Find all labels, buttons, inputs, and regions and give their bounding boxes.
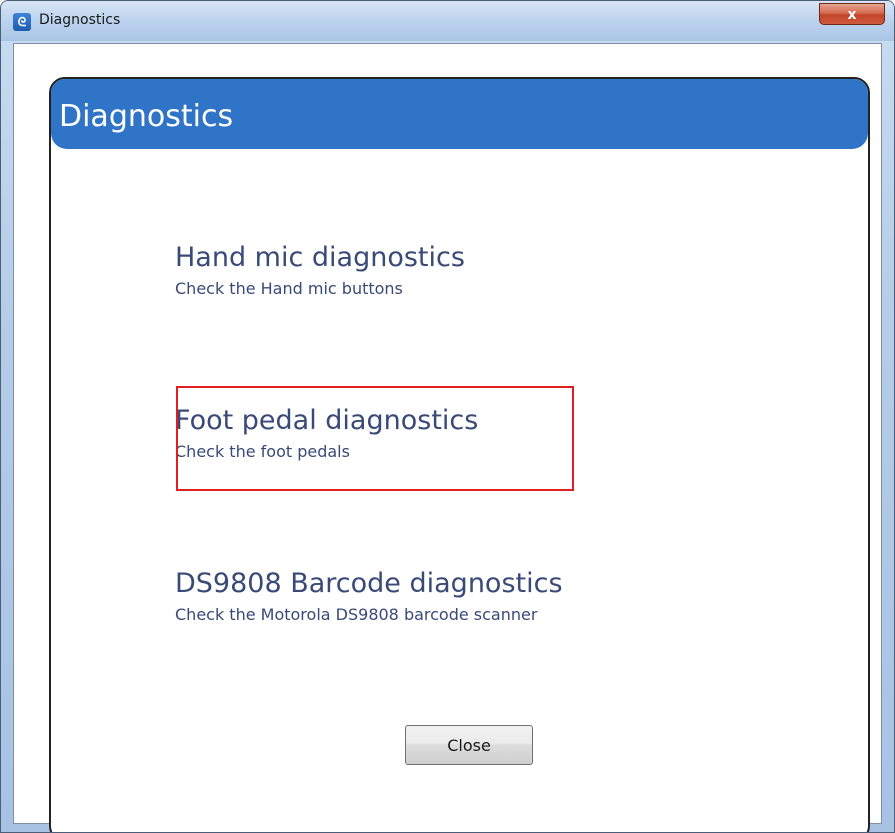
hand-mic-diagnostics-option[interactable]: Hand mic diagnostics Check the Hand mic … [175, 242, 695, 298]
panel-title: Diagnostics [59, 99, 234, 134]
window-title: Diagnostics [39, 12, 121, 28]
window-client-area: Diagnostics Hand mic diagnostics Check t… [13, 43, 882, 832]
window-close-button[interactable]: x [819, 3, 885, 25]
option-description: Check the Motorola DS9808 barcode scanne… [175, 605, 538, 624]
option-title[interactable]: DS9808 Barcode diagnostics [175, 568, 695, 599]
ds9808-barcode-diagnostics-option[interactable]: DS9808 Barcode diagnostics Check the Mot… [175, 568, 695, 624]
option-description: Check the Hand mic buttons [175, 279, 403, 298]
panel-header: Diagnostics [51, 79, 868, 149]
close-button[interactable]: Close [405, 725, 533, 765]
diagnostics-panel: Diagnostics Hand mic diagnostics Check t… [49, 77, 870, 832]
title-bar[interactable]: ᘓ Diagnostics x [1, 1, 894, 41]
diagnostics-window: ᘓ Diagnostics x Diagnostics Hand mic dia… [0, 0, 895, 833]
option-title[interactable]: Hand mic diagnostics [175, 242, 695, 273]
selection-highlight [176, 386, 574, 491]
app-logo-icon: ᘓ [13, 13, 31, 31]
